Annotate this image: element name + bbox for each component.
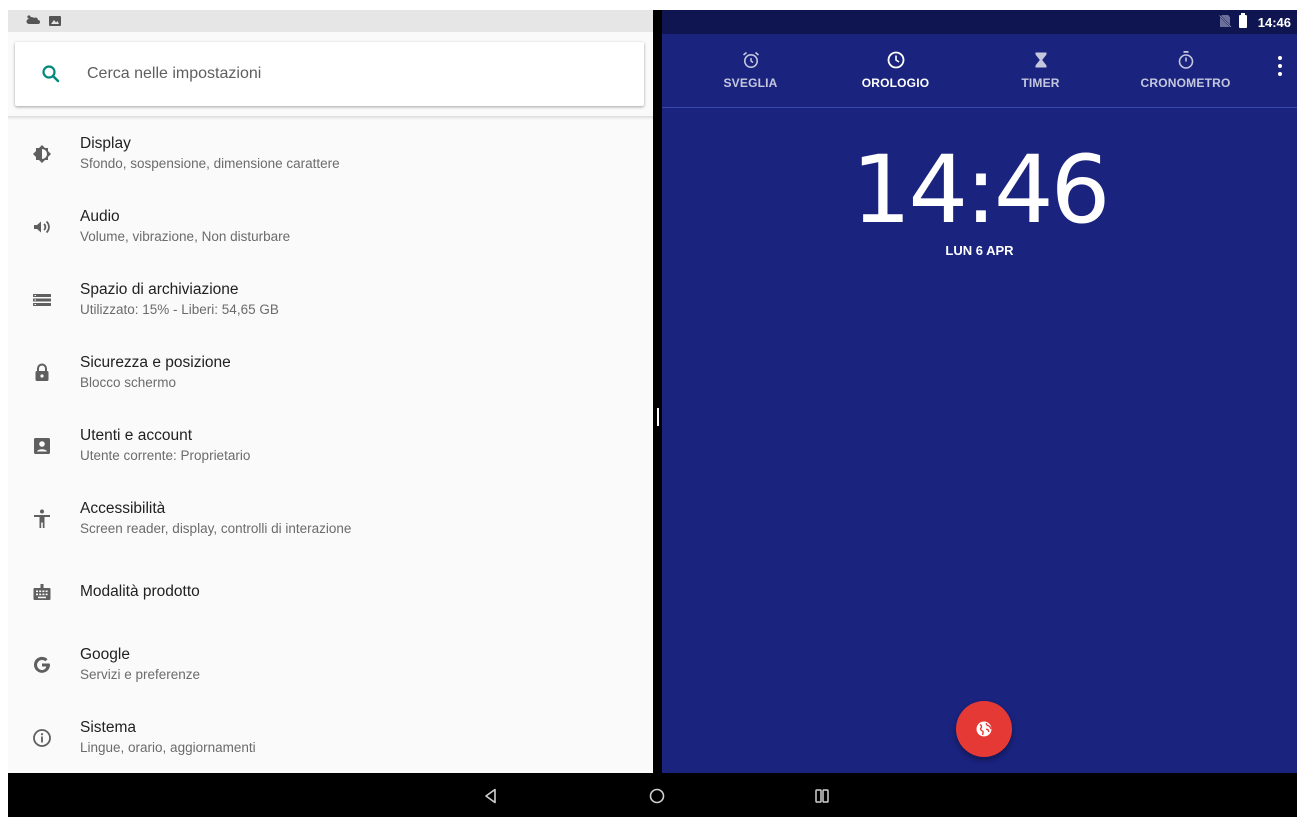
tab-timer[interactable]: TIMER bbox=[968, 34, 1113, 107]
hourglass-icon bbox=[1031, 50, 1051, 70]
lock-icon bbox=[30, 361, 54, 385]
info-icon bbox=[30, 726, 54, 750]
settings-item-title: Utenti e account bbox=[80, 427, 193, 444]
search-placeholder: Cerca nelle impostazioni bbox=[87, 65, 262, 82]
tab-alarm[interactable]: SVEGLIA bbox=[678, 34, 823, 107]
settings-item-subtitle: Utilizzato: 15% - Liberi: 54,65 GB bbox=[80, 302, 279, 317]
clock-date: LUN 6 APR bbox=[945, 243, 1014, 258]
settings-item-google[interactable]: Google Servizi e preferenze bbox=[8, 628, 653, 701]
tab-clock[interactable]: OROLOGIO bbox=[823, 34, 968, 107]
weather-icon bbox=[26, 15, 40, 27]
google-icon bbox=[30, 653, 54, 677]
settings-item-accounts[interactable]: Utenti e account Utente corrente: Propri… bbox=[8, 409, 653, 482]
recents-icon[interactable] bbox=[811, 785, 833, 807]
globe-icon bbox=[974, 719, 994, 739]
no-sim-icon bbox=[1218, 13, 1232, 31]
stopwatch-icon bbox=[1176, 50, 1196, 70]
settings-item-retail-mode[interactable]: Modalità prodotto bbox=[8, 555, 653, 628]
settings-item-security[interactable]: Sicurezza e posizione Blocco schermo bbox=[8, 336, 653, 409]
tab-label: CRONOMETRO bbox=[1140, 76, 1231, 90]
store-demo-icon bbox=[30, 580, 54, 604]
settings-item-title: Spazio di archiviazione bbox=[80, 281, 239, 298]
brightness-icon bbox=[30, 142, 54, 166]
tab-label: SVEGLIA bbox=[723, 76, 778, 90]
settings-item-title: Display bbox=[80, 135, 131, 152]
left-status-bar bbox=[8, 10, 653, 32]
storage-icon bbox=[30, 288, 54, 312]
settings-item-subtitle: Servizi e preferenze bbox=[80, 667, 201, 682]
settings-item-subtitle: Utente corrente: Proprietario bbox=[80, 448, 251, 463]
digital-clock-time: 14:46 bbox=[851, 136, 1111, 245]
settings-item-subtitle: Screen reader, display, controlli di int… bbox=[80, 521, 352, 536]
search-bar[interactable]: Cerca nelle impostazioni bbox=[15, 42, 644, 106]
settings-item-title: Accessibilità bbox=[80, 500, 166, 517]
back-icon[interactable] bbox=[480, 785, 502, 807]
world-cities-button[interactable] bbox=[956, 701, 1012, 757]
navigation-bar bbox=[8, 773, 1297, 817]
clock-icon bbox=[886, 50, 906, 70]
search-icon bbox=[41, 64, 61, 84]
settings-item-subtitle: Lingue, orario, aggiornamenti bbox=[80, 740, 256, 755]
account-box-icon bbox=[30, 434, 54, 458]
split-divider-handle[interactable] bbox=[657, 408, 659, 426]
settings-pane: Cerca nelle impostazioni Display Sfondo,… bbox=[8, 10, 653, 773]
clock-tabs: SVEGLIA OROLOGIO TIMER CRONOMETRO bbox=[662, 34, 1297, 108]
home-icon[interactable] bbox=[646, 785, 668, 807]
image-icon bbox=[48, 15, 62, 27]
accessibility-icon bbox=[30, 507, 54, 531]
settings-list: Display Sfondo, sospensione, dimensione … bbox=[8, 117, 653, 773]
settings-item-title: Google bbox=[80, 646, 130, 663]
tab-label: OROLOGIO bbox=[861, 76, 930, 90]
settings-item-audio[interactable]: Audio Volume, vibrazione, Non disturbare bbox=[8, 190, 653, 263]
settings-item-subtitle: Volume, vibrazione, Non disturbare bbox=[80, 229, 291, 244]
tab-label: TIMER bbox=[1021, 76, 1060, 90]
tab-stopwatch[interactable]: CRONOMETRO bbox=[1113, 34, 1258, 107]
settings-item-accessibility[interactable]: Accessibilità Screen reader, display, co… bbox=[8, 482, 653, 555]
settings-item-title: Sicurezza e posizione bbox=[80, 354, 231, 371]
settings-item-title: Modalità prodotto bbox=[80, 582, 200, 600]
settings-item-title: Sistema bbox=[80, 719, 136, 736]
clock-pane: 14:46 SVEGLIA OROLOGIO TIMER CRONOMETRO … bbox=[662, 10, 1297, 773]
alarm-icon bbox=[741, 50, 761, 70]
settings-item-display[interactable]: Display Sfondo, sospensione, dimensione … bbox=[8, 117, 653, 190]
settings-item-subtitle: Sfondo, sospensione, dimensione caratter… bbox=[80, 156, 340, 171]
settings-item-subtitle: Blocco schermo bbox=[80, 375, 177, 390]
split-divider[interactable] bbox=[653, 10, 662, 773]
battery-icon bbox=[1238, 13, 1248, 31]
right-status-bar: 14:46 bbox=[662, 10, 1297, 34]
split-screen-frame: Cerca nelle impostazioni Display Sfondo,… bbox=[8, 10, 1297, 817]
settings-item-system[interactable]: Sistema Lingue, orario, aggiornamenti bbox=[8, 701, 653, 773]
status-time: 14:46 bbox=[1257, 14, 1291, 30]
settings-item-storage[interactable]: Spazio di archiviazione Utilizzato: 15% … bbox=[8, 263, 653, 336]
overflow-menu-icon[interactable] bbox=[1277, 56, 1283, 76]
settings-item-title: Audio bbox=[80, 208, 120, 225]
volume-icon bbox=[30, 215, 54, 239]
